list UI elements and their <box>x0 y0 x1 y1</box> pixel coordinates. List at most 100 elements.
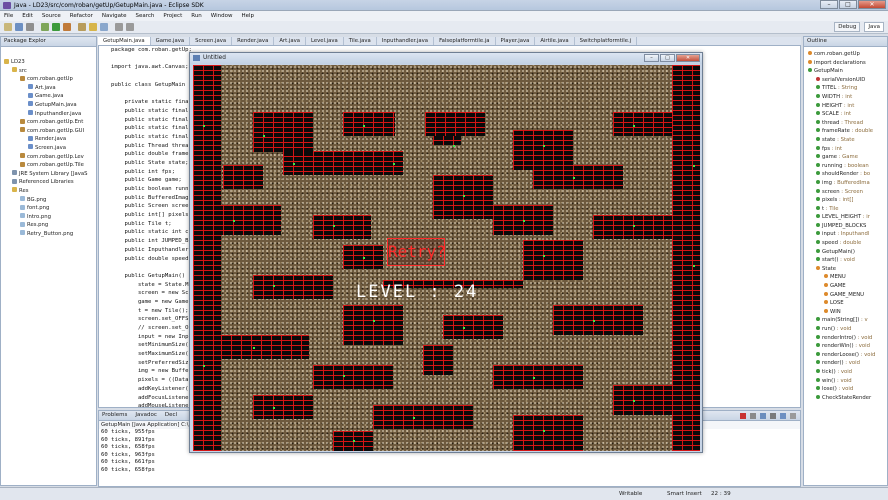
package-tree-item[interactable]: src <box>1 67 96 76</box>
outline-item[interactable]: running : boolean <box>804 162 887 171</box>
outline-item[interactable]: state : State <box>804 136 887 145</box>
outline-item[interactable]: renderWin() : void <box>804 342 887 351</box>
outline-item[interactable]: start() : void <box>804 256 887 265</box>
outline-item[interactable]: GAME_MENU <box>804 291 887 300</box>
pin-console-icon[interactable] <box>780 413 786 419</box>
outline-item[interactable]: renderIntro() : void <box>804 334 887 343</box>
outline-item[interactable]: input : Inputhandl <box>804 230 887 239</box>
editor-tab[interactable]: Level.java <box>306 37 344 45</box>
editor-tab[interactable]: Game.java <box>151 37 191 45</box>
outline-item[interactable]: import declarations <box>804 59 887 68</box>
outline-item[interactable]: tick() : void <box>804 368 887 377</box>
outline-item[interactable]: CheckStateRender <box>804 394 887 403</box>
package-tree-item[interactable]: Screen.java <box>1 144 96 153</box>
open-type-icon[interactable] <box>89 23 97 31</box>
editor-tab[interactable]: Airtile.java <box>535 37 575 45</box>
game-close-button[interactable]: ✕ <box>676 54 700 62</box>
save-icon[interactable] <box>15 23 23 31</box>
tab-problems[interactable]: Problems <box>102 411 127 420</box>
outline-item[interactable]: serialVersionUID <box>804 76 887 85</box>
outline-item[interactable]: pixels : int[] <box>804 196 887 205</box>
outline-header[interactable]: Outline <box>804 37 887 47</box>
game-window[interactable]: Untitled – □ ✕ Retry? LEVEL : 24 <box>189 52 703 453</box>
outline-item[interactable]: State <box>804 265 887 274</box>
outline-item[interactable]: MENU <box>804 273 887 282</box>
package-tree-item[interactable]: Render.java <box>1 135 96 144</box>
external-tools-icon[interactable] <box>63 23 71 31</box>
retry-button[interactable]: Retry? <box>387 238 446 266</box>
clear-console-icon[interactable] <box>760 413 766 419</box>
outline-item[interactable]: fps : int <box>804 145 887 154</box>
editor-tab[interactable]: Falseplatformtile.ja <box>434 37 496 45</box>
outline-item[interactable]: shouldRender : bo <box>804 170 887 179</box>
package-tree-item[interactable]: font.png <box>1 204 96 213</box>
package-tree-item[interactable]: com.roban.getUp <box>1 75 96 84</box>
menu-file[interactable]: File <box>4 13 13 19</box>
close-button[interactable]: ✕ <box>858 0 886 9</box>
editor-tab[interactable]: Screen.java <box>190 37 233 45</box>
menu-navigate[interactable]: Navigate <box>102 13 127 19</box>
package-tree-item[interactable]: com.roban.getUp.Tile <box>1 161 96 170</box>
perspective-java[interactable]: Java <box>864 22 884 32</box>
run-icon[interactable] <box>52 23 60 31</box>
tab-javadoc[interactable]: Javadoc <box>135 411 157 420</box>
outline-item[interactable]: TITEL : String <box>804 84 887 93</box>
outline-item[interactable]: t : Tile <box>804 205 887 214</box>
package-tree-item[interactable]: BG.png <box>1 196 96 205</box>
maximize-button[interactable]: □ <box>839 0 857 9</box>
outline-item[interactable]: SCALE : int <box>804 110 887 119</box>
outline-item[interactable]: thread : Thread <box>804 119 887 128</box>
outline-item[interactable]: main(String[]) : v <box>804 316 887 325</box>
outline-item[interactable]: win() : void <box>804 377 887 386</box>
outline-item[interactable]: LEVEL_HEIGHT : ir <box>804 213 887 222</box>
menu-help[interactable]: Help <box>241 13 254 19</box>
menu-source[interactable]: Source <box>42 13 61 19</box>
outline-item[interactable]: LOSE <box>804 299 887 308</box>
package-tree-item[interactable]: Game.java <box>1 92 96 101</box>
outline-item[interactable]: WIN <box>804 308 887 317</box>
menu-run[interactable]: Run <box>191 13 202 19</box>
terminate-icon[interactable] <box>740 413 746 419</box>
open-console-icon[interactable] <box>790 413 796 419</box>
outline-item[interactable]: img : BufferedIma <box>804 179 887 188</box>
menu-window[interactable]: Window <box>211 13 233 19</box>
tab-declaration[interactable]: Decl <box>165 411 177 420</box>
outline-item[interactable]: com.roban.getUp <box>804 50 887 59</box>
outline-item[interactable]: run() : void <box>804 325 887 334</box>
outline-item[interactable]: GAME <box>804 282 887 291</box>
editor-tab[interactable]: Tile.java <box>344 37 377 45</box>
outline-item[interactable]: HEIGHT : int <box>804 102 887 111</box>
outline-item[interactable]: WIDTH : int <box>804 93 887 102</box>
package-tree-item[interactable]: Res.png <box>1 221 96 230</box>
outline-item[interactable]: speed : double <box>804 239 887 248</box>
perspective-debug[interactable]: Debug <box>834 22 861 32</box>
outline-item[interactable]: JUMPED_BLOCKS <box>804 222 887 231</box>
package-tree-item[interactable]: com.roban.getUp.Ent <box>1 118 96 127</box>
forward-icon[interactable] <box>126 23 134 31</box>
scroll-lock-icon[interactable] <box>770 413 776 419</box>
outline-item[interactable]: renderLoose() : void <box>804 351 887 360</box>
menu-project[interactable]: Project <box>163 13 182 19</box>
menu-search[interactable]: Search <box>136 13 155 19</box>
outline-item[interactable]: game : Game <box>804 153 887 162</box>
package-tree-item[interactable]: Inputhandler.java <box>1 110 96 119</box>
game-canvas[interactable]: Retry? LEVEL : 24 <box>193 65 700 451</box>
outline-item[interactable]: GetupMain() <box>804 248 887 257</box>
new-java-project-icon[interactable] <box>78 23 86 31</box>
editor-tab[interactable]: Inputhandler.java <box>377 37 435 45</box>
package-tree-item[interactable]: LD23 <box>1 58 96 67</box>
package-tree-item[interactable]: com.roban.getUp.GUI <box>1 127 96 136</box>
outline-item[interactable]: GetupMain <box>804 67 887 76</box>
package-tree-item[interactable]: Referenced Libraries <box>1 178 96 187</box>
package-tree-item[interactable]: Intro.png <box>1 213 96 222</box>
menu-refactor[interactable]: Refactor <box>70 13 93 19</box>
outline-item[interactable]: screen : Screen <box>804 188 887 197</box>
remove-launch-icon[interactable] <box>750 413 756 419</box>
outline-item[interactable]: lose() : void <box>804 385 887 394</box>
package-tree-item[interactable]: JRE System Library [JavaS <box>1 170 96 179</box>
package-tree-item[interactable]: com.roban.getUp.Lev <box>1 153 96 162</box>
back-icon[interactable] <box>115 23 123 31</box>
search-icon[interactable] <box>100 23 108 31</box>
minimize-button[interactable]: – <box>820 0 838 9</box>
package-tree-item[interactable]: Retry_Button.png <box>1 230 96 239</box>
